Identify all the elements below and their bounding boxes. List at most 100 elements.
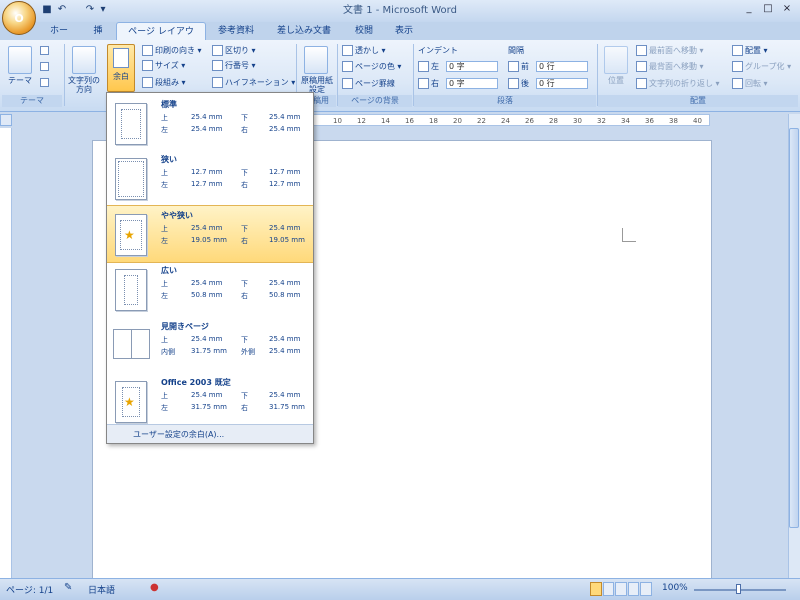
indent-heading: インデント [418, 46, 458, 55]
proofing-icon[interactable]: ✎ [64, 582, 72, 593]
draft-view-icon[interactable] [640, 582, 652, 596]
margin-left-label: 左 [161, 292, 168, 300]
page-color-label: ページの色 [355, 62, 395, 71]
page-borders-button[interactable]: ページ罫線 [342, 78, 395, 89]
ruler-tick: 24 [501, 117, 510, 125]
tab-view[interactable]: 表示 [386, 22, 422, 40]
rotate-label: 回転 [745, 79, 761, 88]
margin-option-moderate[interactable]: ★ やや狭い 上 25.4 mm 下 25.4 mm 左 19.05 mm 右 … [107, 205, 313, 263]
tab-review[interactable]: 校閲 [346, 22, 382, 40]
position-icon[interactable] [604, 46, 628, 74]
margin-left-label: 左 [161, 181, 168, 189]
hyphenation-button[interactable]: ハイフネーション ▾ [212, 77, 295, 88]
margin-top-value: 12.7 mm [191, 168, 223, 176]
margin-top-label: 上 [161, 169, 168, 177]
margin-bottom-label: 下 [241, 225, 248, 233]
tab-references[interactable]: 参考資料 [210, 22, 262, 40]
send-back-button[interactable]: 最背面へ移動 ▾ [636, 61, 704, 72]
margin-bottom-value: 25.4 mm [269, 279, 301, 287]
theme-colors-icon[interactable] [40, 46, 49, 55]
margin-right-label: 右 [241, 126, 248, 134]
close-button[interactable]: × [778, 3, 796, 17]
indent-left-icon [418, 61, 429, 72]
page-borders-icon [342, 78, 353, 89]
theme-fonts-icon[interactable] [40, 62, 49, 71]
page-color-button[interactable]: ページの色 ▾ [342, 61, 401, 72]
margin-option-name: 見開きページ [161, 322, 209, 331]
ruler-tick: 18 [429, 117, 438, 125]
zoom-slider-thumb[interactable] [736, 584, 741, 594]
group-icon [732, 61, 743, 72]
tab-selector-button[interactable] [0, 114, 12, 126]
margin-option-wide[interactable]: 広い 上 25.4 mm 下 25.4 mm 左 50.8 mm 右 50.8 … [107, 261, 313, 317]
spacing-after-input[interactable]: 0 行 [536, 78, 588, 89]
line-numbers-label: 行番号 [225, 61, 249, 70]
text-direction-icon[interactable] [72, 46, 96, 74]
bring-front-button[interactable]: 最前面へ移動 ▾ [636, 45, 704, 56]
margin-option-mirrored[interactable]: 見開きページ 上 25.4 mm 下 25.4 mm 内側 31.75 mm 外… [107, 317, 313, 373]
zoom-level[interactable]: 100% [662, 583, 688, 593]
outline-view-icon[interactable] [627, 582, 640, 596]
tab-insert[interactable]: 挿入 [82, 22, 114, 54]
margin-option-office2003[interactable]: ★ Office 2003 既定 上 25.4 mm 下 25.4 mm 左 3… [107, 373, 313, 429]
columns-label: 段組み [155, 78, 179, 87]
minimize-button[interactable]: _ [740, 3, 758, 17]
ruler-tick: 28 [549, 117, 558, 125]
align-button[interactable]: 配置 ▾ [732, 45, 768, 56]
macro-record-icon[interactable]: ● [150, 582, 159, 593]
print-layout-view-icon[interactable] [590, 582, 602, 596]
full-screen-view-icon[interactable] [602, 582, 615, 596]
save-icon[interactable]: ■ [40, 3, 54, 17]
undo-icon[interactable]: ↶ [56, 3, 68, 17]
scrollbar-thumb[interactable] [789, 128, 799, 528]
theme-icon[interactable] [8, 46, 32, 74]
margin-top-label: 上 [161, 280, 168, 288]
position-label: 位置 [608, 76, 624, 85]
align-label: 配置 [745, 46, 761, 55]
language-status[interactable]: 日本語 [88, 583, 115, 596]
margin-left-value: 12.7 mm [191, 180, 223, 188]
indent-left-input[interactable]: 0 字 [446, 61, 498, 72]
margin-top-value: 25.4 mm [191, 224, 223, 232]
web-layout-view-icon[interactable] [615, 582, 627, 596]
manuscript-icon[interactable] [304, 46, 328, 74]
margin-option-name: 狭い [161, 155, 177, 164]
size-icon [142, 60, 153, 71]
watermark-button[interactable]: 透かし ▾ [342, 45, 386, 56]
ruler-tick: 32 [597, 117, 606, 125]
size-button[interactable]: サイズ ▾ [142, 60, 185, 71]
margin-normal-thumbnail [115, 103, 147, 145]
margin-wide-thumbnail [115, 269, 147, 311]
qat-customize-icon[interactable]: ▾ [98, 3, 108, 17]
ruler-tick: 34 [621, 117, 630, 125]
breaks-button[interactable]: 区切り ▾ [212, 45, 256, 56]
line-numbers-button[interactable]: 行番号 ▾ [212, 60, 256, 71]
align-icon [732, 45, 743, 56]
office-button[interactable]: O [2, 1, 36, 35]
redo-icon[interactable]: ↷ [84, 3, 96, 17]
page-count[interactable]: ページ: 1/1 [6, 583, 53, 596]
tab-page-layout[interactable]: ページ レイアウト [116, 22, 206, 55]
indent-right-icon [418, 78, 429, 89]
rotate-button[interactable]: 回転 ▾ [732, 78, 768, 89]
text-direction-label: 文字列の方向 [68, 76, 100, 94]
orientation-label: 印刷の向き [155, 46, 195, 55]
text-wrap-button[interactable]: 文字列の折り返し ▾ [636, 78, 720, 89]
vertical-ruler[interactable] [0, 128, 12, 578]
tab-home[interactable]: ホーム [40, 22, 78, 54]
group-button[interactable]: グループ化 ▾ [732, 61, 791, 72]
margin-moderate-thumbnail: ★ [115, 214, 147, 256]
orientation-button[interactable]: 印刷の向き ▾ [142, 45, 202, 56]
columns-button[interactable]: 段組み ▾ [142, 77, 186, 88]
tab-mailings[interactable]: 差し込み文書 [268, 22, 340, 40]
maximize-button[interactable]: □ [759, 3, 777, 17]
indent-right-input[interactable]: 0 字 [446, 78, 498, 89]
theme-effects-icon[interactable] [40, 78, 49, 87]
spacing-before-input[interactable]: 0 行 [536, 61, 588, 72]
margin-option-normal[interactable]: 標準 上 25.4 mm 下 25.4 mm 左 25.4 mm 右 25.4 … [107, 95, 313, 151]
custom-margins-item[interactable]: ユーザー設定の余白(A)... [107, 424, 313, 443]
margin-bottom-value: 25.4 mm [269, 113, 301, 121]
margin-bottom-label: 下 [241, 392, 248, 400]
view-buttons [590, 582, 652, 596]
margin-option-narrow[interactable]: 狭い 上 12.7 mm 下 12.7 mm 左 12.7 mm 右 12.7 … [107, 150, 313, 206]
